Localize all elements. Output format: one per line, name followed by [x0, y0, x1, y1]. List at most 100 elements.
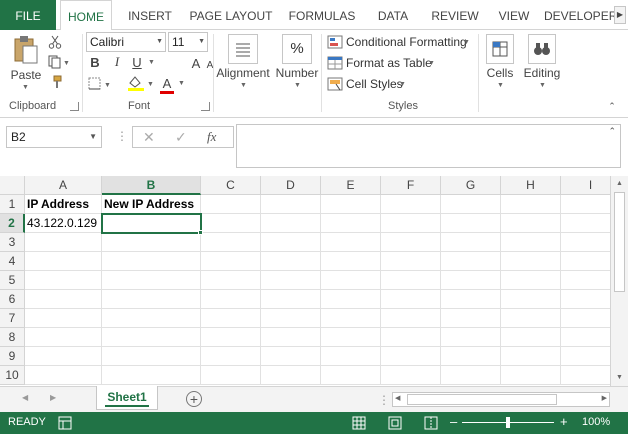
- cancel-icon[interactable]: ✕: [143, 129, 155, 146]
- editing-dropdown-icon[interactable]: ▼: [539, 82, 546, 89]
- column-header-a[interactable]: A: [25, 176, 102, 195]
- alignment-dropdown-icon[interactable]: ▼: [240, 82, 247, 89]
- fill-handle[interactable]: [198, 230, 203, 235]
- row-header-2[interactable]: 2: [0, 214, 25, 233]
- scroll-up-icon[interactable]: ▲: [613, 178, 626, 190]
- cell-b1[interactable]: New IP Address: [102, 195, 201, 214]
- row-header-8[interactable]: 8: [0, 328, 25, 347]
- font-name-combo[interactable]: Calibri ▼: [86, 32, 166, 52]
- row-header-4[interactable]: 4: [0, 252, 25, 271]
- column-header-b[interactable]: B: [102, 176, 201, 195]
- row-header-9[interactable]: 9: [0, 347, 25, 366]
- row-header-7[interactable]: 7: [0, 309, 25, 328]
- copy-icon[interactable]: ▼: [47, 54, 71, 70]
- column-header-i[interactable]: I: [561, 176, 610, 195]
- bold-button[interactable]: B: [88, 54, 102, 70]
- clipboard-launcher-icon[interactable]: [70, 102, 79, 111]
- column-header-g[interactable]: G: [441, 176, 501, 195]
- normal-view-icon[interactable]: [352, 416, 366, 433]
- row-header-5[interactable]: 5: [0, 271, 25, 290]
- number-label[interactable]: Number: [273, 66, 321, 80]
- column-header-e[interactable]: E: [321, 176, 381, 195]
- conditional-formatting-button[interactable]: Conditional Formatting: [346, 35, 467, 49]
- paste-dropdown-icon[interactable]: ▼: [22, 84, 29, 91]
- cell-a2[interactable]: 43.122.0.129: [25, 214, 102, 233]
- zoom-slider-knob[interactable]: [506, 417, 510, 428]
- column-header-f[interactable]: F: [381, 176, 441, 195]
- tab-view[interactable]: VIEW: [494, 0, 534, 30]
- alignment-label[interactable]: Alignment: [214, 66, 272, 80]
- tab-split-grip-icon[interactable]: ⋮: [378, 393, 390, 407]
- enter-icon[interactable]: ✓: [175, 129, 187, 146]
- row-header-1[interactable]: 1: [0, 195, 25, 214]
- font-color-dropdown-icon[interactable]: ▼: [178, 80, 185, 87]
- tab-page-layout[interactable]: PAGE LAYOUT: [188, 0, 274, 30]
- sheet-next-icon[interactable]: ▶: [50, 393, 56, 402]
- vertical-scrollbar[interactable]: ▲ ▼: [610, 176, 628, 386]
- page-break-view-icon[interactable]: [424, 416, 438, 433]
- cells-label[interactable]: Cells: [481, 66, 519, 80]
- format-painter-icon[interactable]: [47, 74, 63, 90]
- format-as-table-button[interactable]: Format as Table: [346, 56, 432, 70]
- row-header-6[interactable]: 6: [0, 290, 25, 309]
- number-format-button[interactable]: %: [282, 34, 312, 64]
- tab-formulas[interactable]: FORMULAS: [284, 0, 360, 30]
- sheet-tab-sheet1[interactable]: Sheet1: [96, 386, 158, 410]
- paste-label[interactable]: Paste: [9, 68, 43, 82]
- column-header-c[interactable]: C: [201, 176, 261, 195]
- borders-icon[interactable]: ▼: [88, 76, 112, 92]
- font-size-combo[interactable]: 11 ▼: [168, 32, 208, 52]
- cell-b2-active[interactable]: [101, 213, 202, 234]
- grow-font-icon[interactable]: A: [189, 56, 203, 71]
- scroll-left-icon[interactable]: ◀: [395, 394, 400, 402]
- row-header-10[interactable]: 10: [0, 366, 25, 385]
- number-dropdown-icon[interactable]: ▼: [294, 82, 301, 89]
- underline-dropdown-icon[interactable]: ▼: [148, 59, 155, 66]
- macro-record-icon[interactable]: [58, 416, 72, 433]
- tab-insert[interactable]: INSERT: [122, 0, 178, 30]
- cell-styles-button[interactable]: Cell Styles: [346, 77, 403, 91]
- cells-dropdown-icon[interactable]: ▼: [497, 82, 504, 89]
- font-launcher-icon[interactable]: [201, 102, 210, 111]
- scroll-right-icon[interactable]: ▶: [602, 394, 607, 402]
- cell-styles-icon[interactable]: [327, 77, 343, 91]
- page-layout-view-icon[interactable]: [388, 416, 402, 433]
- conditional-formatting-icon[interactable]: [327, 35, 343, 49]
- fill-color-icon[interactable]: ▼: [126, 74, 156, 92]
- format-as-table-icon[interactable]: [327, 56, 343, 70]
- font-color-icon[interactable]: A: [160, 74, 174, 92]
- tab-data[interactable]: DATA: [370, 0, 416, 30]
- cut-icon[interactable]: [47, 34, 63, 50]
- sheet-prev-icon[interactable]: ◀: [22, 393, 28, 402]
- tab-file[interactable]: FILE: [0, 0, 56, 30]
- column-header-h[interactable]: H: [501, 176, 561, 195]
- tab-developer[interactable]: DEVELOPER: [544, 0, 617, 30]
- zoom-in-icon[interactable]: +: [560, 414, 568, 429]
- tab-review[interactable]: REVIEW: [426, 0, 484, 30]
- alignment-button[interactable]: [228, 34, 258, 64]
- collapse-formula-bar-icon[interactable]: ⌃: [608, 126, 616, 137]
- chevron-down-icon[interactable]: ▼: [463, 39, 470, 46]
- italic-button[interactable]: I: [110, 54, 124, 70]
- cell-a1[interactable]: IP Address: [25, 195, 102, 214]
- chevron-down-icon[interactable]: ▼: [399, 81, 406, 88]
- insert-function-icon[interactable]: fx: [207, 129, 216, 145]
- vertical-scroll-thumb[interactable]: [614, 192, 625, 292]
- editing-label[interactable]: Editing: [520, 66, 564, 80]
- tab-home[interactable]: HOME: [60, 0, 112, 31]
- formula-input[interactable]: ⌃: [236, 124, 621, 168]
- collapse-ribbon-icon[interactable]: ⌃: [606, 100, 618, 112]
- chevron-down-icon[interactable]: ▼: [428, 60, 435, 67]
- zoom-out-icon[interactable]: –: [450, 414, 457, 429]
- cells-button[interactable]: [486, 34, 514, 64]
- horizontal-scroll-thumb[interactable]: [407, 394, 557, 405]
- row-header-3[interactable]: 3: [0, 233, 25, 252]
- select-all-corner[interactable]: [0, 176, 25, 195]
- editing-button[interactable]: [528, 34, 556, 64]
- zoom-level[interactable]: 100%: [582, 416, 610, 428]
- name-box[interactable]: B2 ▼: [6, 126, 102, 148]
- column-header-d[interactable]: D: [261, 176, 321, 195]
- horizontal-scrollbar[interactable]: ◀ ▶: [392, 392, 610, 407]
- paste-icon[interactable]: [12, 34, 40, 66]
- scroll-down-icon[interactable]: ▼: [613, 372, 626, 384]
